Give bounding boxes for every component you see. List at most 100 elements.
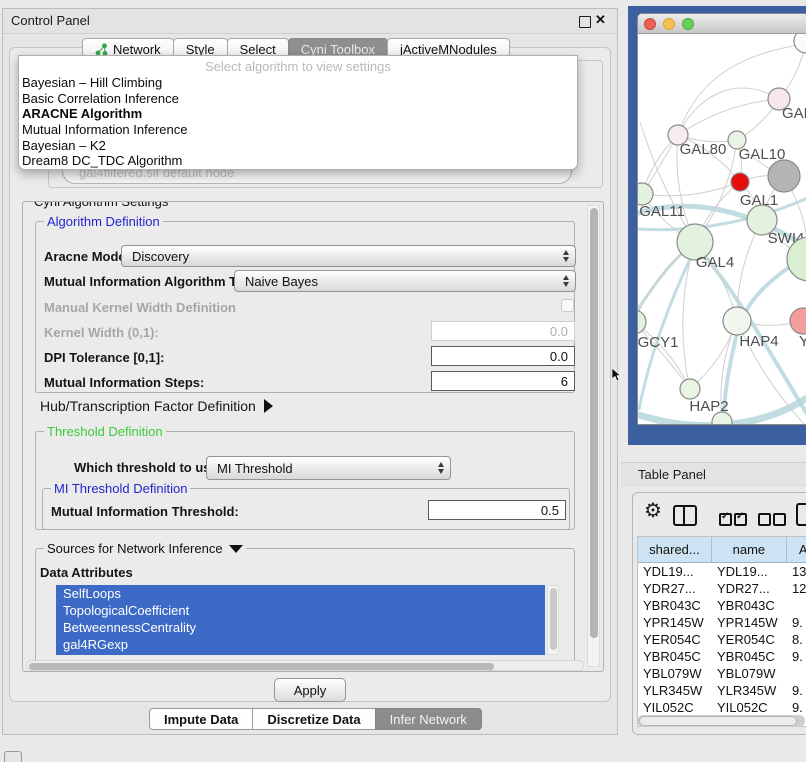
network-edge xyxy=(683,242,695,389)
table-mode-icon[interactable] xyxy=(796,503,806,526)
network-node-label: GAL4 xyxy=(696,254,734,271)
select-all-checkbox-icon[interactable] xyxy=(719,513,732,526)
which-threshold-label: Which threshold to use: xyxy=(74,460,222,475)
network-node[interactable] xyxy=(768,160,800,192)
attribute-item-betweennesscentrality[interactable]: BetweennessCentrality xyxy=(56,619,545,636)
table-cell: YBR045C xyxy=(638,648,712,665)
minimized-panel-icon[interactable] xyxy=(4,751,22,762)
table-horizontal-scrollbar[interactable] xyxy=(637,715,805,727)
mi-type-label: Mutual Information Algorithm Type: xyxy=(44,274,263,289)
dpi-tolerance-value: 0.0 xyxy=(550,349,568,364)
select-all-checkbox-icon[interactable] xyxy=(734,513,747,526)
network-edge xyxy=(642,182,740,196)
collapse-down-icon xyxy=(229,545,243,553)
algorithm-option-basic-correlation-inference[interactable]: Basic Correlation Inference xyxy=(19,91,577,107)
algorithm-option-mutual-information-inference[interactable]: Mutual Information Inference xyxy=(19,122,577,138)
table-cell: YBR043C xyxy=(712,597,787,614)
table-cell xyxy=(787,665,806,682)
control-panel-title: Control Panel xyxy=(11,13,90,28)
table-row[interactable]: YDR27...YDR27...12 xyxy=(638,580,806,597)
aracne-mode-select[interactable]: Discovery xyxy=(121,245,576,267)
zoom-window-icon[interactable] xyxy=(682,18,694,30)
table-row[interactable]: YBR043CYBR043C xyxy=(638,597,806,614)
attribute-item-topologicalcoefficient[interactable]: TopologicalCoefficient xyxy=(56,602,545,619)
mouse-cursor xyxy=(612,368,622,382)
table-cell: YER054C xyxy=(638,631,712,648)
algorithm-option-aracne-algorithm[interactable]: ARACNE Algorithm xyxy=(19,106,577,122)
table-cell: YDR27... xyxy=(638,580,712,597)
table-row[interactable]: YBL079WYBL079W xyxy=(638,665,806,682)
table-cell: YDR27... xyxy=(712,580,787,597)
table-row[interactable]: YBR045CYBR045C9. xyxy=(638,648,806,665)
sources-group-title-row[interactable]: Sources for Network Inference xyxy=(44,541,246,556)
sources-group-title: Sources for Network Inference xyxy=(47,541,223,556)
table-row[interactable]: YPR145WYPR145W9. xyxy=(638,614,806,631)
which-threshold-value: MI Threshold xyxy=(217,461,293,476)
stepper-icon xyxy=(438,462,444,474)
close-panel-icon[interactable]: ✕ xyxy=(595,12,606,28)
mi-steps-field[interactable]: 6 xyxy=(431,371,575,391)
mi-threshold-field[interactable]: 0.5 xyxy=(428,500,566,520)
table-cell xyxy=(787,597,806,614)
aracne-mode-label: Aracne Mode: xyxy=(44,249,130,264)
table-row[interactable]: YER054CYER054C8. xyxy=(638,631,806,648)
settings-horizontal-scrollbar[interactable] xyxy=(26,660,584,671)
apply-button[interactable]: Apply xyxy=(274,678,346,702)
deselect-all-checkbox-icon[interactable] xyxy=(758,513,771,526)
table-panel-titlebar: Table Panel xyxy=(621,462,806,486)
attributes-list-scrollbar[interactable] xyxy=(547,585,559,655)
table-cell: 9. xyxy=(787,699,806,716)
minimize-window-icon[interactable] xyxy=(663,18,675,30)
mi-type-select[interactable]: Naive Bayes xyxy=(234,270,576,292)
mi-type-value: Naive Bayes xyxy=(245,274,318,289)
data-attributes-list[interactable]: SelfLoopsTopologicalCoefficientBetweenne… xyxy=(56,585,545,655)
algorithm-option-bayesian-k2[interactable]: Bayesian – K2 xyxy=(19,137,577,153)
manual-kernel-checkbox[interactable] xyxy=(561,299,574,312)
table-row[interactable]: YDL19...YDL19...13 xyxy=(638,563,806,580)
attribute-item-selfloops[interactable]: SelfLoops xyxy=(56,585,545,602)
network-window[interactable]: GALGAL80GAL10GAL1SWI4GAL11GAL4GCY1HAP4YH… xyxy=(637,13,806,425)
bottom-tab-infer-network[interactable]: Infer Network xyxy=(375,708,482,730)
close-window-icon[interactable] xyxy=(644,18,656,30)
table-cell: YBL079W xyxy=(638,665,712,682)
table-row[interactable]: YIL052CYIL052C9. xyxy=(638,699,806,716)
network-window-titlebar[interactable] xyxy=(638,14,806,34)
network-node-y[interactable] xyxy=(790,308,806,334)
algorithm-option-dream8-dc-tdc-algorithm[interactable]: Dream8 DC_TDC Algorithm xyxy=(19,153,577,169)
manual-kernel-label: Manual Kernel Width Definition xyxy=(44,300,236,315)
table-header-cell-shared[interactable]: shared... xyxy=(638,537,712,563)
algorithm-option-bayesian-hill-climbing[interactable]: Bayesian – Hill Climbing xyxy=(19,75,577,91)
table-cell: YLR345W xyxy=(638,682,712,699)
hub-definition-expander[interactable]: Hub/Transcription Factor Definition xyxy=(40,398,273,414)
stepper-icon xyxy=(563,250,569,262)
table-cell: YPR145W xyxy=(638,614,712,631)
network-node-label: GAL xyxy=(782,105,806,122)
control-panel-titlebar: Control Panel ✕ xyxy=(3,9,617,34)
network-node-hap4[interactable] xyxy=(723,307,751,335)
dpi-tolerance-label: DPI Tolerance [0,1]: xyxy=(44,350,164,365)
gear-icon[interactable]: ⚙ xyxy=(644,501,662,521)
data-attributes-label: Data Attributes xyxy=(40,565,133,580)
dpi-tolerance-field[interactable]: 0.0 xyxy=(431,346,575,366)
bottom-tab-discretize-data[interactable]: Discretize Data xyxy=(252,708,375,730)
table-header-cell-name[interactable]: name xyxy=(712,537,787,563)
cyni-bottom-tabs: Impute DataDiscretize DataInfer Network xyxy=(149,708,481,730)
network-node-gal1[interactable] xyxy=(731,173,749,191)
algorithm-definition-group: Algorithm Definition Aracne Mode: Discov… xyxy=(35,221,575,393)
network-node-gal11[interactable] xyxy=(638,183,653,205)
columns-icon[interactable] xyxy=(673,505,697,526)
bottom-tab-impute-data[interactable]: Impute Data xyxy=(149,708,253,730)
attribute-item-gal4rgexp[interactable]: gal4RGexp xyxy=(56,636,545,653)
network-canvas[interactable]: GALGAL80GAL10GAL1SWI4GAL11GAL4GCY1HAP4YH… xyxy=(638,34,806,425)
hub-definition-label: Hub/Transcription Factor Definition xyxy=(40,398,256,414)
float-panel-icon[interactable] xyxy=(579,16,591,28)
network-node-label: HAP4 xyxy=(739,333,778,350)
network-node[interactable] xyxy=(794,34,806,53)
settings-vertical-scrollbar[interactable] xyxy=(587,205,600,667)
network-node-hap2[interactable] xyxy=(680,379,700,399)
table-header-cell-a[interactable]: A xyxy=(787,537,806,563)
deselect-all-checkbox-icon[interactable] xyxy=(773,513,786,526)
which-threshold-select[interactable]: MI Threshold xyxy=(206,456,451,480)
table-cell: YBR045C xyxy=(712,648,787,665)
table-row[interactable]: YLR345WYLR345W9. xyxy=(638,682,806,699)
